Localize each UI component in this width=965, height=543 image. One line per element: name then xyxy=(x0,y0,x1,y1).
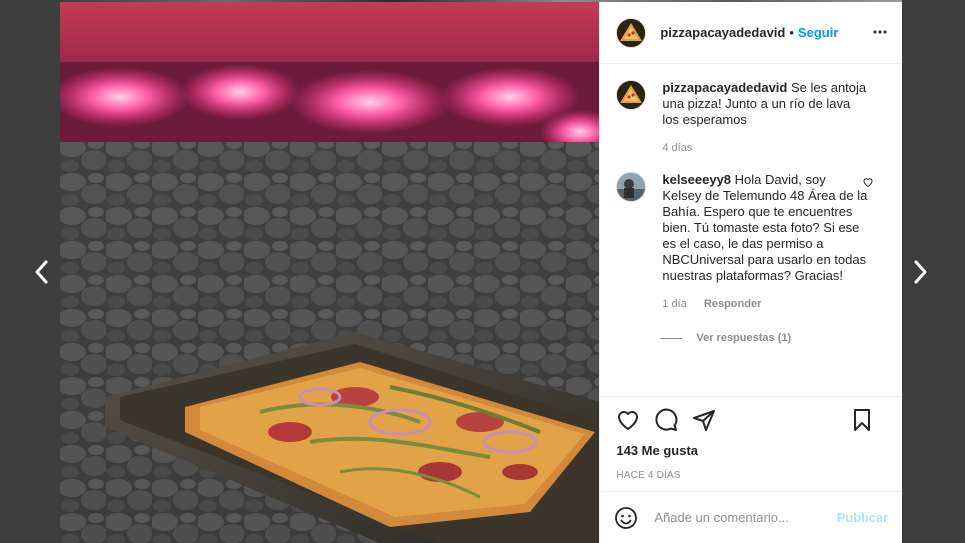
pizza-logo-icon xyxy=(617,18,646,47)
caption-item: pizzapacayadedavid Se les antoja una piz… xyxy=(616,80,886,154)
comment-input[interactable] xyxy=(652,509,837,526)
replies-divider xyxy=(660,337,683,339)
caption-text: pizzapacayadedavid Se les antoja una piz… xyxy=(662,80,867,128)
comment-username[interactable]: kelseeeyy8 xyxy=(662,172,731,187)
lava-pizza-image xyxy=(60,2,600,543)
author-username[interactable]: pizzapacayadedavid xyxy=(660,25,785,40)
comments-list[interactable]: pizzapacayadedavid Se les antoja una piz… xyxy=(600,64,902,396)
post-header: pizzapacayadedavid • Seguir xyxy=(600,2,902,64)
post-actions: 143 Me gusta HACE 4 DÍAS xyxy=(600,396,902,491)
person-photo-icon xyxy=(617,173,646,201)
comment-icon[interactable] xyxy=(654,408,678,432)
post-modal: pizzapacayadedavid • Seguir pizzapacayad… xyxy=(60,2,902,543)
publish-button[interactable]: Publicar xyxy=(837,510,888,525)
comment-like-icon[interactable] xyxy=(862,176,874,188)
view-replies-button[interactable]: Ver respuestas (1) xyxy=(660,332,886,344)
follow-button[interactable]: Seguir xyxy=(798,25,838,40)
commenter-avatar[interactable] xyxy=(616,172,647,202)
comment-body: Hola David, soy Kelsey de Telemundo 48 Á… xyxy=(662,172,868,283)
emoji-icon[interactable] xyxy=(614,506,638,530)
post-photo[interactable] xyxy=(60,2,600,543)
caption-time[interactable]: 4 días xyxy=(662,142,692,154)
heart-icon[interactable] xyxy=(616,408,640,432)
bookmark-icon[interactable] xyxy=(850,408,874,432)
chevron-right-icon xyxy=(914,260,927,284)
next-post-button[interactable] xyxy=(908,258,932,286)
comment-text: kelseeeyy8 Hola David, soy Kelsey de Tel… xyxy=(662,172,867,284)
separator-dot: • xyxy=(789,25,794,40)
comment-time[interactable]: 1 día xyxy=(662,298,686,310)
author-avatar[interactable] xyxy=(616,80,647,110)
more-icon[interactable] xyxy=(872,24,888,40)
post-sidebar: pizzapacayadedavid • Seguir pizzapacayad… xyxy=(599,2,902,543)
comment-item: kelseeeyy8 Hola David, soy Kelsey de Tel… xyxy=(616,172,886,310)
author-avatar[interactable] xyxy=(616,17,647,48)
comment-meta: 1 día Responder xyxy=(662,298,867,310)
share-icon[interactable] xyxy=(692,408,716,432)
view-replies-label: Ver respuestas (1) xyxy=(696,332,792,344)
chevron-left-icon xyxy=(35,260,48,284)
caption-meta: 4 días xyxy=(662,142,867,154)
likes-count[interactable]: 143 Me gusta xyxy=(616,443,886,458)
comment-composer: Publicar xyxy=(600,491,902,543)
caption-username[interactable]: pizzapacayadedavid xyxy=(662,80,787,95)
previous-post-button[interactable] xyxy=(30,258,54,286)
pizza-logo-icon xyxy=(617,81,646,109)
action-icons xyxy=(616,397,886,443)
post-timestamp[interactable]: HACE 4 DÍAS xyxy=(616,470,886,491)
reply-button[interactable]: Responder xyxy=(704,298,761,310)
